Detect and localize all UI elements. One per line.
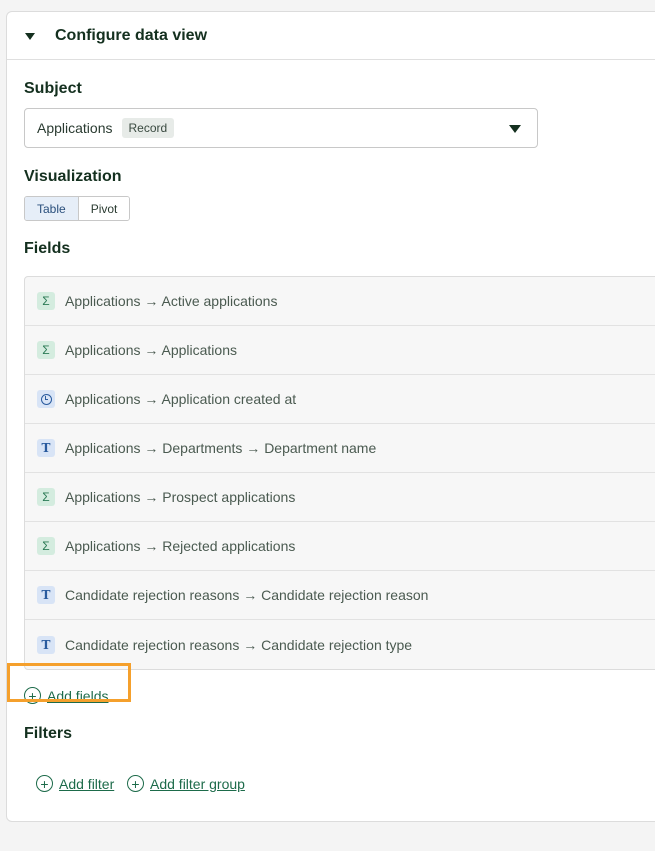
field-label: Applications → Prospect applications (65, 489, 296, 505)
text-icon: T (37, 439, 55, 457)
subject-label: Subject (24, 80, 82, 97)
fields-list: Σ Applications → Active applications Σ Appl… (24, 276, 655, 670)
sigma-icon: Σ (37, 537, 55, 555)
pivot-option[interactable]: Pivot (78, 197, 130, 220)
field-label: Applications → Application created at (65, 391, 297, 407)
add-filter-group-link[interactable]: + Add filter group (127, 775, 245, 792)
caret-down-icon[interactable] (25, 32, 35, 40)
field-row[interactable]: T Applications → Departments → Department… (25, 424, 655, 473)
add-circle-icon: + (36, 775, 53, 792)
subject-select[interactable]: Applications Record (24, 108, 538, 148)
field-label: Applications → Applications (65, 342, 237, 358)
text-icon: T (37, 586, 55, 604)
field-row[interactable]: Applications → Application created at (25, 375, 655, 424)
field-row[interactable]: T Candidate rejection reasons → Candidate… (25, 620, 655, 669)
field-row[interactable]: T Candidate rejection reasons → Candidate… (25, 571, 655, 620)
field-row[interactable]: Σ Applications → Rejected applications (25, 522, 655, 571)
field-row[interactable]: Σ Applications → Active applications (25, 277, 655, 326)
sigma-icon: Σ (37, 341, 55, 359)
field-label: Applications → Rejected applications (65, 538, 296, 554)
visualization-toggle: Table Pivot (24, 196, 131, 221)
field-label: Applications → Departments → Department … (65, 440, 377, 456)
visualization-label: Visualization (24, 168, 122, 185)
panel-header[interactable]: Configure data view (7, 12, 655, 60)
clock-icon (37, 390, 55, 408)
field-label: Candidate rejection reasons → Candidate … (65, 636, 413, 653)
add-filter-text: Add filter (59, 775, 115, 792)
table-option[interactable]: Table (25, 197, 79, 220)
dropdown-arrow-icon[interactable] (509, 125, 521, 133)
add-filter-link[interactable]: + Add filter (36, 775, 114, 792)
add-filter-group-text: Add filter group (150, 775, 245, 792)
sigma-icon: Σ (37, 488, 55, 506)
record-badge: Record (121, 118, 175, 138)
field-label: Applications → Active applications (65, 293, 278, 309)
add-fields-highlight (7, 663, 131, 702)
add-circle-icon: + (127, 775, 144, 792)
subject-value: Applications (37, 120, 113, 136)
text-icon: T (37, 635, 55, 654)
fields-label: Fields (24, 240, 71, 257)
field-row[interactable]: Σ Applications → Prospect applications (25, 473, 655, 522)
panel-title: Configure data view (55, 26, 208, 44)
filters-label: Filters (24, 725, 73, 742)
field-row[interactable]: Σ Applications → Applications (25, 326, 655, 375)
sigma-icon: Σ (37, 292, 55, 310)
clock-glyph (40, 393, 52, 405)
field-label: Candidate rejection reasons → Candidate … (65, 587, 429, 603)
